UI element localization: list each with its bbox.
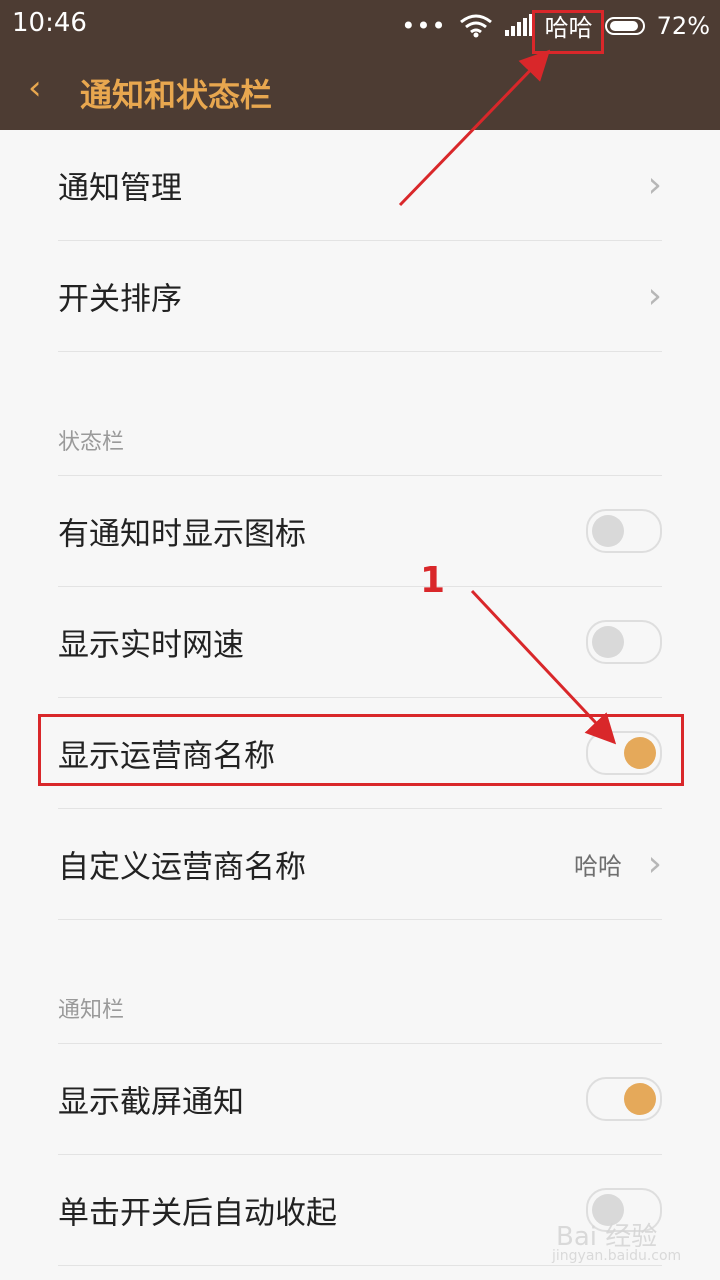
annotation-arrow-to-carrier <box>398 49 551 207</box>
annotation-arrow-to-toggle <box>470 589 617 745</box>
watermark-url: jingyan.baidu.com <box>552 1248 682 1264</box>
annotation-arrows <box>398 49 617 745</box>
